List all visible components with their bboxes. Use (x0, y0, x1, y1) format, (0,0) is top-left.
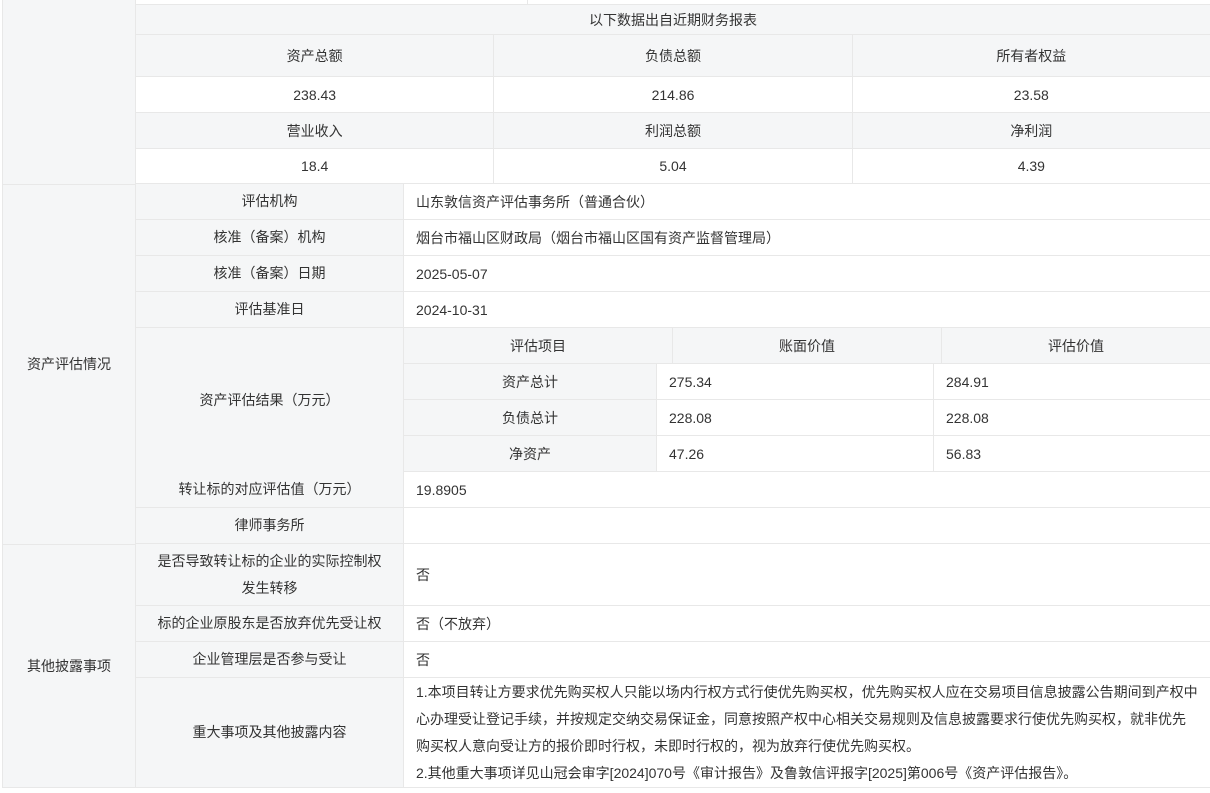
fin-value-net-profit: 4.39 (853, 149, 1210, 183)
section-label-other-disclosure: 其他披露事项 (27, 653, 111, 680)
eval-item-cell-net-assets: 净资产 (404, 436, 657, 471)
law-firm-row: 律师事务所 (136, 508, 1210, 544)
control-transfer-row: 是否导致转让标的企业的实际控制权发生转移 否 (136, 544, 1210, 606)
section-label-asset-eval: 资产评估情况 (27, 351, 111, 378)
fin-value-total-assets: 238.43 (136, 77, 494, 112)
top-sliver-cell-right (528, 0, 1210, 4)
fin-header-owner-equity: 所有者权益 (853, 35, 1210, 76)
field-value-approval-org: 烟台市福山区财政局（烟台市福山区国有资产监督管理局） (404, 220, 1210, 255)
section-cell-financial-blank (3, 0, 136, 184)
fin-header-row-1: 资产总额 负债总额 所有者权益 (136, 35, 1210, 77)
major-disclosure-paragraph-1: 1.本项目转让方要求优先购买权人只能以场内行权方式行使优先购买权，优先购买权人应… (416, 679, 1198, 760)
field-value-waive-right: 否（不放弃） (404, 606, 1210, 641)
financial-note-cell: 以下数据出自近期财务报表 (136, 5, 1210, 34)
eval-result-row: 资产评估结果（万元） 评估项目 账面价值 评估价值 资产总计 275.34 28… (136, 328, 1210, 472)
eval-result-row-total-assets: 资产总计 275.34 284.91 (404, 364, 1210, 400)
field-value-approval-date: 2025-05-07 (404, 256, 1210, 291)
field-value-eval-agency: 山东敦信资产评估事务所（普通合伙） (404, 184, 1210, 219)
eval-result-header-row: 评估项目 账面价值 评估价值 (404, 328, 1210, 364)
field-label-approval-org: 核准（备案）机构 (136, 220, 404, 255)
field-value-target-eval: 19.8905 (404, 472, 1210, 507)
approval-date-row: 核准（备案）日期 2025-05-07 (136, 256, 1210, 292)
book-value-cell-total-liabilities: 228.08 (657, 400, 934, 435)
fin-value-revenue: 18.4 (136, 149, 494, 183)
major-disclosure-row: 重大事项及其他披露内容 1.本项目转让方要求优先购买权人只能以场内行权方式行使优… (136, 678, 1210, 788)
top-sliver-cell-left (136, 0, 528, 4)
eval-agency-row: 评估机构 山东敦信资产评估事务所（普通合伙） (136, 184, 1210, 220)
approval-org-row: 核准（备案）机构 烟台市福山区财政局（烟台市福山区国有资产监督管理局） (136, 220, 1210, 256)
fin-value-row-2: 18.4 5.04 4.39 (136, 149, 1210, 184)
eval-result-row-net-assets: 净资产 47.26 56.83 (404, 436, 1210, 472)
field-label-management: 企业管理层是否参与受让 (136, 642, 404, 677)
fin-value-owner-equity: 23.58 (853, 77, 1210, 112)
book-value-cell-total-assets: 275.34 (657, 364, 934, 399)
eval-value-cell-net-assets: 56.83 (934, 436, 1210, 471)
fin-header-row-2: 营业收入 利润总额 净利润 (136, 113, 1210, 149)
waive-right-row: 标的企业原股东是否放弃优先受让权 否（不放弃） (136, 606, 1210, 642)
fin-header-total-liabilities: 负债总额 (494, 35, 852, 76)
content-column: 以下数据出自近期财务报表 资产总额 负债总额 所有者权益 238.43 214.… (136, 0, 1210, 788)
field-label-eval-result: 资产评估结果（万元） (136, 328, 404, 472)
major-disclosure-paragraph-2: 2.其他重大事项详见山冠会审字[2024]070号《审计报告》及鲁敦信评报字[2… (416, 760, 1198, 787)
eval-value-cell-total-liabilities: 228.08 (934, 400, 1210, 435)
eval-item-cell-total-liabilities: 负债总计 (404, 400, 657, 435)
eval-item-cell-total-assets: 资产总计 (404, 364, 657, 399)
base-date-row: 评估基准日 2024-10-31 (136, 292, 1210, 328)
fin-header-revenue: 营业收入 (136, 113, 494, 148)
eval-value-cell-total-assets: 284.91 (934, 364, 1210, 399)
fin-value-row-1: 238.43 214.86 23.58 (136, 77, 1210, 113)
disclosure-table: 资产评估情况 其他披露事项 以下数据出自近期财务报表 资产总额 负债总额 所有者… (2, 0, 1210, 788)
eval-result-subtable: 评估项目 账面价值 评估价值 资产总计 275.34 284.91 负债总计 2… (404, 328, 1210, 472)
field-value-control-transfer: 否 (404, 544, 1210, 605)
section-column: 资产评估情况 其他披露事项 (3, 0, 136, 788)
fin-value-total-liabilities: 214.86 (494, 77, 852, 112)
eval-item-header-cell: 评估项目 (404, 328, 673, 363)
target-eval-row: 转让标的对应评估值（万元） 19.8905 (136, 472, 1210, 508)
field-value-major-disclosure: 1.本项目转让方要求优先购买权人只能以场内行权方式行使优先购买权，优先购买权人应… (404, 678, 1210, 787)
field-label-target-eval: 转让标的对应评估值（万元） (136, 472, 404, 507)
section-cell-asset-eval: 资产评估情况 (3, 184, 136, 544)
field-label-approval-date: 核准（备案）日期 (136, 256, 404, 291)
management-row: 企业管理层是否参与受让 否 (136, 642, 1210, 678)
field-label-control-transfer: 是否导致转让标的企业的实际控制权发生转移 (136, 544, 404, 605)
eval-value-header-cell: 评估价值 (942, 328, 1210, 363)
field-value-management: 否 (404, 642, 1210, 677)
field-label-waive-right: 标的企业原股东是否放弃优先受让权 (136, 606, 404, 641)
field-value-law-firm (404, 508, 1210, 543)
eval-result-row-total-liabilities: 负债总计 228.08 228.08 (404, 400, 1210, 436)
field-value-base-date: 2024-10-31 (404, 292, 1210, 327)
financial-note-row: 以下数据出自近期财务报表 (136, 5, 1210, 35)
fin-header-total-profit: 利润总额 (494, 113, 852, 148)
book-value-header-cell: 账面价值 (673, 328, 942, 363)
field-label-base-date: 评估基准日 (136, 292, 404, 327)
fin-value-total-profit: 5.04 (494, 149, 852, 183)
field-label-major-disclosure: 重大事项及其他披露内容 (136, 678, 404, 787)
section-cell-other-disclosure: 其他披露事项 (3, 544, 136, 788)
fin-header-total-assets: 资产总额 (136, 35, 494, 76)
fin-header-net-profit: 净利润 (853, 113, 1210, 148)
book-value-cell-net-assets: 47.26 (657, 436, 934, 471)
field-label-law-firm: 律师事务所 (136, 508, 404, 543)
field-label-eval-agency: 评估机构 (136, 184, 404, 219)
